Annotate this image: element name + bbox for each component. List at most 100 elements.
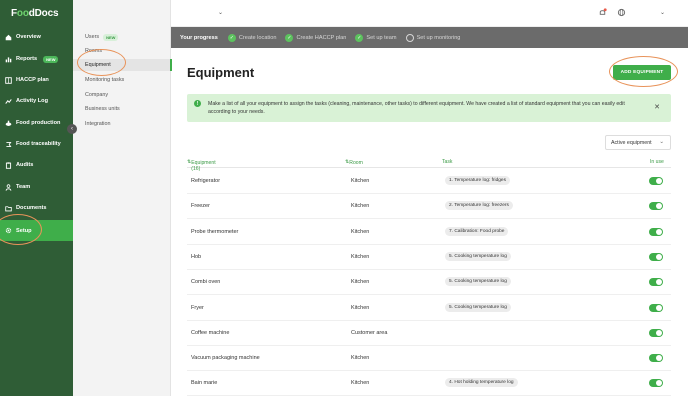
table-row[interactable]: Bain marie Kitchen 4. Hot holding temperat…: [187, 371, 671, 396]
equipment-name: Fryer: [191, 304, 204, 311]
table-row[interactable]: Coffee machine Customer area: [187, 321, 671, 346]
task-tag[interactable]: 1. Temperature log: fridges: [445, 176, 510, 185]
room-name: Kitchen: [351, 279, 370, 286]
subnav-item-rooms[interactable]: Rooms: [73, 45, 171, 57]
language-globe-icon[interactable]: [617, 8, 626, 19]
sidebar-item-documents[interactable]: Documents: [0, 200, 73, 216]
subnav-item-label: Company: [85, 92, 109, 98]
subnav-item-business-units[interactable]: Business units: [73, 103, 171, 115]
table-header: ⇅ Equipment (16) ⇅ Room Task In use: [187, 158, 671, 172]
table-row[interactable]: Hob Kitchen 5. Cooking temperature log: [187, 245, 671, 270]
empty-circle-icon: [405, 33, 414, 42]
in-use-toggle[interactable]: [649, 227, 663, 236]
chart-line-icon: [5, 98, 12, 105]
sidebar-item-label: Team: [16, 184, 31, 190]
close-icon[interactable]: ✕: [654, 103, 660, 111]
collapse-sidebar-button[interactable]: ‹: [67, 124, 77, 134]
clipboard-icon: [5, 161, 12, 169]
equipment-status-select[interactable]: Active equipment ⌄: [605, 135, 671, 150]
table-row[interactable]: Probe thermometer Kitchen 7. Calibration: …: [187, 220, 671, 245]
column-header-task: Task: [442, 159, 453, 165]
sidebar-item-label: Audits: [16, 162, 34, 168]
room-name: Customer area: [351, 329, 388, 336]
task-tag[interactable]: 5. Cooking temperature log: [445, 277, 511, 287]
location-dropdown-chevron-icon[interactable]: ⌄: [218, 9, 223, 16]
subnav-item-equipment[interactable]: Equipment: [73, 59, 172, 71]
table-row[interactable]: Vacuum packaging machine Kitchen: [187, 346, 671, 372]
select-value: Active equipment: [611, 139, 652, 146]
foodocs-logo[interactable]: FoodDocs: [11, 8, 59, 19]
room-name: Kitchen: [351, 228, 370, 235]
person-icon: [5, 183, 12, 191]
subnav-item-users[interactable]: Users NEW: [73, 31, 171, 43]
step-label: Create location: [238, 34, 277, 41]
column-header-in-use: In use: [650, 159, 664, 165]
progress-title: Your progress: [180, 34, 218, 41]
sidebar-item-label: Setup: [16, 227, 32, 234]
in-use-toggle[interactable]: [649, 379, 663, 388]
table-row[interactable]: Fryer Kitchen 5. Cooking temperature log: [187, 296, 671, 321]
sidebar-item-food-production[interactable]: Food production: [0, 115, 73, 131]
check-icon: ✓: [227, 33, 236, 42]
book-icon: [5, 76, 12, 84]
check-icon: ✓: [285, 33, 294, 42]
table-row[interactable]: Refrigerator Kitchen 1. Temperature log: f…: [187, 169, 671, 194]
progress-step-set-up-monitoring[interactable]: Set up monitoring: [405, 33, 460, 42]
room-name: Kitchen: [351, 380, 370, 387]
room-name: Kitchen: [351, 355, 370, 362]
task-tag[interactable]: 5. Cooking temperature log: [445, 251, 511, 261]
subnav-item-label: Monitoring tasks: [85, 77, 125, 83]
task-tag[interactable]: 7. Calibration: Food probe: [445, 226, 509, 236]
table-row[interactable]: Combi oven Kitchen 5. Cooking temperature …: [187, 270, 671, 296]
sidebar-item-haccp-plan[interactable]: HACCP plan: [0, 72, 73, 88]
sidebar-item-audits[interactable]: Audits: [0, 157, 73, 173]
user-menu-chevron-icon[interactable]: ⌄: [660, 9, 665, 16]
trace-icon: [5, 141, 12, 148]
progress-step-set-up-team[interactable]: ✓ Set up team: [355, 33, 397, 42]
task-tag[interactable]: 4. Hot holding temperature log: [445, 378, 518, 388]
subnav-item-integration[interactable]: Integration: [73, 118, 171, 130]
gear-icon: [5, 227, 12, 234]
equipment-name: Bain marie: [191, 380, 218, 387]
sidebar-item-setup[interactable]: Setup: [0, 220, 73, 241]
pan-icon: [5, 120, 12, 127]
notification-bell-icon[interactable]: [598, 8, 607, 19]
in-use-toggle[interactable]: [649, 328, 663, 337]
in-use-toggle[interactable]: [649, 278, 663, 287]
subnav-item-label: Business units: [85, 106, 120, 112]
subnav-item-label: Equipment: [85, 62, 111, 68]
subnav-item-monitoring-tasks[interactable]: Monitoring tasks: [73, 74, 171, 86]
chevron-down-icon: ⌄: [659, 139, 664, 145]
in-use-toggle[interactable]: [649, 303, 663, 312]
column-header-equipment[interactable]: ⇅ Equipment (16): [187, 159, 216, 172]
add-equipment-button[interactable]: ADD EQUIPMENT: [613, 65, 671, 80]
sidebar-item-label: Activity Log: [16, 98, 49, 104]
sidebar-item-activity-log[interactable]: Activity Log: [0, 93, 73, 109]
sidebar-item-team[interactable]: Team: [0, 179, 73, 195]
task-tag[interactable]: 5. Cooking temperature log: [445, 302, 511, 312]
equipment-name: Refrigerator: [191, 178, 221, 184]
sidebar-item-reports[interactable]: Reports NEW: [0, 51, 73, 67]
subnav-item-company[interactable]: Company: [73, 89, 171, 101]
room-name: Kitchen: [351, 203, 370, 210]
progress-step-create-haccp-plan[interactable]: ✓ Create HACCP plan: [285, 33, 347, 42]
table-row[interactable]: Freezer Kitchen 2. Temperature log: freeze…: [187, 194, 671, 220]
in-use-toggle[interactable]: [649, 354, 663, 363]
step-label: Create HACCP plan: [296, 34, 347, 41]
subnav-item-label: Integration: [85, 121, 111, 127]
task-tag[interactable]: 2. Temperature log: freezers: [445, 201, 513, 211]
column-header-room[interactable]: ⇅ Room: [345, 159, 363, 166]
in-use-toggle[interactable]: [649, 252, 663, 261]
room-name: Kitchen: [351, 304, 370, 311]
sidebar-item-overview[interactable]: Overview: [0, 29, 73, 45]
header-label: Room: [349, 160, 363, 166]
top-bar: ⌄ ⌄: [171, 0, 688, 27]
setup-subnav: Users NEW Rooms Equipment Monitoring tas…: [73, 0, 172, 396]
equipment-name: Vacuum packaging machine: [191, 355, 260, 362]
setup-progress-bar: Your progress ✓ Create location ✓ Create H…: [171, 27, 688, 48]
sidebar-item-food-traceability[interactable]: Food traceability: [0, 136, 73, 152]
chart-icon: [5, 56, 12, 63]
in-use-toggle[interactable]: [649, 202, 663, 211]
in-use-toggle[interactable]: [649, 177, 663, 185]
progress-step-create-location[interactable]: ✓ Create location: [227, 33, 277, 42]
